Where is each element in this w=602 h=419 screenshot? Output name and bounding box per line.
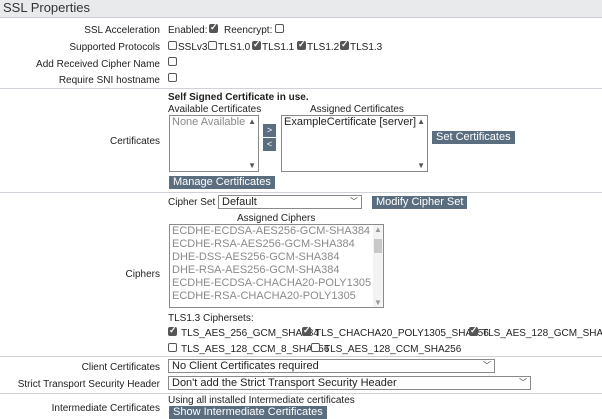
available-certificate-item[interactable]: None Available [170, 116, 258, 129]
move-left-button[interactable]: < [263, 138, 276, 151]
scroll-up-icon[interactable]: ▲ [417, 117, 425, 126]
scroll-up-icon[interactable]: ▲ [374, 225, 382, 234]
available-certificates-list[interactable]: None Available ▲ ▼ [169, 115, 259, 172]
protocol-sslv3-label: SSLv3 [178, 42, 208, 53]
cipher-scrollbar[interactable]: ▲ ▼ [373, 225, 383, 307]
tls-aes-256-gcm-label: TLS_AES_256_GCM_SHA384 [181, 328, 319, 339]
cipher-item[interactable]: ECDHE-RSA-CHACHA20-POLY1305 [170, 290, 383, 303]
client-certificates-value: No Client Certificates required [172, 360, 319, 372]
reencrypt-label: Reencrypt: [224, 25, 273, 36]
add-cipher-name-label: Add Received Cipher Name [36, 59, 160, 70]
scrollbar-thumb[interactable] [374, 239, 382, 253]
section-header: SSL Properties [0, 0, 602, 18]
tls-aes-128-gcm-label: TLS_AES_128_GCM_SHA256 [482, 328, 602, 339]
scroll-down-icon[interactable]: ▼ [374, 298, 382, 307]
require-sni-label: Require SNI hostname [58, 75, 160, 86]
divider [0, 88, 602, 89]
hsts-select[interactable]: Don't add the Strict Transport Security … [168, 376, 531, 390]
scroll-down-icon[interactable]: ▼ [417, 161, 425, 170]
divider [0, 192, 602, 193]
tls-aes-128-ccm8-checkbox[interactable] [168, 343, 177, 352]
protocol-tls10-checkbox[interactable] [208, 41, 217, 50]
hsts-label: Strict Transport Security Header [17, 379, 160, 390]
protocol-tls13-label: TLS1.3 [350, 42, 383, 53]
modify-cipher-set-button[interactable]: Modify Cipher Set [372, 196, 468, 209]
protocol-tls11-label: TLS1.1 [262, 42, 295, 53]
move-right-button[interactable]: > [263, 124, 276, 137]
tls13-ciphersets-label: TLS1.3 Ciphersets: [168, 313, 254, 324]
tls-chacha20-checkbox[interactable] [302, 325, 311, 336]
set-certificates-button[interactable]: Set Certificates [432, 131, 515, 144]
add-cipher-name-checkbox[interactable] [168, 57, 177, 66]
manage-certificates-button[interactable]: Manage Certificates [169, 176, 275, 189]
available-certificates-label: Available Certificates [168, 104, 262, 115]
protocol-sslv3-checkbox[interactable] [168, 41, 177, 50]
assigned-certificates-list[interactable]: ExampleCertificate [server] ▲ ▼ [281, 115, 428, 172]
protocol-tls10-label: TLS1.0 [218, 42, 251, 53]
divider [0, 393, 602, 394]
certificates-label: Certificates [109, 136, 160, 147]
chevron-down-icon: ﹀ [519, 378, 527, 387]
enabled-checkbox[interactable] [209, 22, 218, 33]
cipher-item[interactable]: DHE-RSA-AES256-GCM-SHA384 [170, 264, 383, 277]
client-certificates-select[interactable]: No Client Certificates required ﹀ [168, 359, 495, 373]
assigned-ciphers-label: Assigned Ciphers [237, 213, 316, 224]
assigned-certificates-label: Assigned Certificates [310, 104, 404, 115]
cipher-set-label: Cipher Set [168, 197, 216, 208]
scroll-down-icon[interactable]: ▼ [248, 161, 256, 170]
cipher-set-select[interactable]: Default ﹀ [218, 195, 362, 209]
tls-aes-128-gcm-checkbox[interactable] [469, 325, 478, 336]
section-title: SSL Properties [3, 0, 90, 15]
tls-aes-128-ccm-checkbox[interactable] [311, 343, 320, 352]
chevron-down-icon: ﹀ [350, 197, 358, 206]
supported-protocols-label: Supported Protocols [69, 42, 160, 53]
protocol-tls12-label: TLS1.2 [307, 42, 340, 53]
client-certificates-label: Client Certificates [81, 362, 160, 373]
cipher-item[interactable]: DHE-DSS-AES256-GCM-SHA384 [170, 251, 383, 264]
scroll-up-icon[interactable]: ▲ [248, 117, 256, 126]
assigned-ciphers-list[interactable]: ECDHE-ECDSA-AES256-GCM-SHA384 ECDHE-RSA-… [169, 224, 384, 308]
tls-aes-128-ccm8-label: TLS_AES_128_CCM_8_SHA256 [181, 344, 330, 355]
reencrypt-checkbox[interactable] [275, 24, 284, 33]
hsts-value: Don't add the Strict Transport Security … [172, 377, 397, 389]
cipher-item[interactable]: ECDHE-ECDSA-AES256-GCM-SHA384 [170, 225, 383, 238]
protocol-tls11-checkbox[interactable] [252, 39, 261, 50]
show-intermediate-certificates-button[interactable]: Show Intermediate Certificates [169, 406, 327, 419]
divider [0, 356, 602, 357]
tls-chacha20-label: TLS_CHACHA20_POLY1305_SHA256 [315, 328, 489, 339]
assigned-certificate-item[interactable]: ExampleCertificate [server] [282, 116, 427, 129]
ciphers-label: Ciphers [125, 269, 160, 280]
intermediate-certificates-label: Intermediate Certificates [51, 403, 160, 414]
protocol-tls12-checkbox[interactable] [297, 39, 306, 50]
cipher-set-value: Default [222, 196, 257, 208]
tls-aes-128-ccm-label: TLS_AES_128_CCM_SHA256 [324, 344, 462, 355]
certificate-status: Self Signed Certificate in use. [168, 92, 309, 103]
ssl-acceleration-label: SSL Acceleration [84, 25, 160, 36]
tls-aes-256-gcm-checkbox[interactable] [168, 325, 177, 336]
intermediate-status: Using all installed Intermediate certifi… [168, 395, 355, 406]
enabled-label: Enabled: [168, 25, 208, 36]
chevron-down-icon: ﹀ [483, 361, 491, 370]
cipher-item[interactable]: ECDHE-RSA-AES256-GCM-SHA384 [170, 238, 383, 251]
cipher-item[interactable]: ECDHE-ECDSA-CHACHA20-POLY1305 [170, 277, 383, 290]
protocol-tls13-checkbox[interactable] [340, 39, 349, 50]
require-sni-checkbox[interactable] [168, 73, 177, 82]
